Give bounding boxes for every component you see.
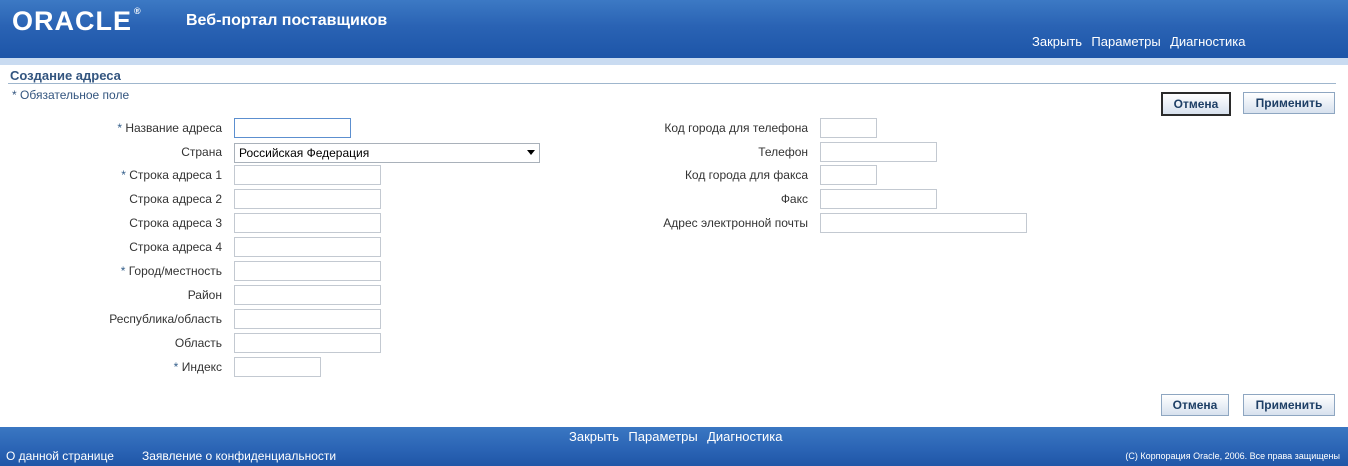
field-label: * Город/местность [121, 264, 222, 278]
country-select-value: Российская Федерация [239, 146, 370, 160]
header-strip [0, 58, 1348, 65]
field-label-text: Строка адреса 4 [129, 240, 222, 254]
address-field-7[interactable] [234, 285, 381, 305]
cancel-button-top[interactable]: Отмена [1161, 92, 1231, 116]
footer-preferences-link[interactable]: Параметры [628, 429, 697, 444]
required-marker: * [120, 264, 126, 278]
field-label: Область [175, 336, 222, 350]
contact-field-1[interactable] [820, 142, 937, 162]
address-field-0[interactable] [234, 118, 351, 138]
field-label-text: Строка адреса 3 [129, 216, 222, 230]
portal-title: Веб-портал поставщиков [186, 12, 388, 29]
field-label: Страна [181, 145, 222, 159]
field-label-text: Страна [181, 145, 222, 159]
required-field-note: * Обязательное поле [12, 88, 130, 102]
address-field-6[interactable] [234, 261, 381, 281]
field-label-text: Индекс [181, 360, 222, 374]
address-field-8[interactable] [234, 309, 381, 329]
field-label: Строка адреса 4 [129, 240, 222, 254]
field-label-text: Район [187, 288, 222, 302]
privacy-statement-link[interactable]: Заявление о конфиденциальности [142, 449, 336, 463]
footer-close-link[interactable]: Закрыть [569, 429, 619, 444]
global-close-link[interactable]: Закрыть [1032, 34, 1082, 49]
field-label: * Индекс [174, 360, 222, 374]
address-field-3[interactable] [234, 189, 381, 209]
title-divider [8, 83, 1336, 84]
contact-field-3[interactable] [820, 189, 937, 209]
field-label-text: Область [174, 336, 222, 350]
copyright-text: (C) Корпорация Oracle, 2006. Все права з… [1125, 451, 1340, 461]
cancel-button-bottom[interactable]: Отмена [1161, 394, 1229, 416]
field-label: Код города для факса [684, 168, 808, 182]
address-field-5[interactable] [234, 237, 381, 257]
page-title: Создание адреса [10, 68, 121, 83]
field-label-text: Название адреса [125, 121, 222, 135]
field-label-text: Строка адреса 1 [129, 168, 222, 182]
address-field-9[interactable] [234, 333, 381, 353]
field-label-text: Строка адреса 2 [129, 192, 222, 206]
footer-diagnostics-link[interactable]: Диагностика [707, 429, 782, 444]
contact-field-4[interactable] [820, 213, 1027, 233]
dropdown-arrow-icon [527, 150, 535, 155]
field-label: Код города для телефона [664, 121, 808, 135]
field-label: Строка адреса 2 [129, 192, 222, 206]
field-label: Телефон [758, 145, 808, 159]
global-links: Закрыть Параметры Диагностика [1032, 34, 1251, 49]
oracle-logo: ORACLE ® [12, 6, 142, 36]
field-label: Район [188, 288, 222, 302]
field-label-text: Республика/область [109, 312, 222, 326]
required-marker: * [117, 121, 122, 135]
apply-button-bottom[interactable]: Применить [1243, 394, 1335, 416]
footer-links: Закрыть Параметры Диагностика [569, 429, 788, 444]
field-label: * Название адреса [117, 121, 222, 135]
address-field-4[interactable] [234, 213, 381, 233]
field-label: Факс [780, 192, 808, 206]
country-select[interactable]: Российская Федерация [234, 143, 540, 163]
header-banner: ORACLE ® Веб-портал поставщиков Закрыть П… [0, 0, 1348, 58]
contact-field-0[interactable] [820, 118, 877, 138]
contact-field-2[interactable] [820, 165, 877, 185]
field-label: Адрес электронной почты [663, 216, 808, 230]
required-marker: * [173, 360, 179, 374]
about-page-link[interactable]: О данной странице [6, 449, 114, 463]
address-field-10[interactable] [234, 357, 321, 377]
required-marker: * [121, 168, 126, 182]
global-diagnostics-link[interactable]: Диагностика [1170, 34, 1245, 49]
field-label: Строка адреса 3 [129, 216, 222, 230]
address-field-2[interactable] [234, 165, 381, 185]
field-label: Республика/область [109, 312, 222, 326]
apply-button-top[interactable]: Применить [1243, 92, 1335, 114]
field-label-text: Город/местность [128, 264, 222, 278]
global-preferences-link[interactable]: Параметры [1091, 34, 1160, 49]
field-label: * Строка адреса 1 [121, 168, 222, 182]
